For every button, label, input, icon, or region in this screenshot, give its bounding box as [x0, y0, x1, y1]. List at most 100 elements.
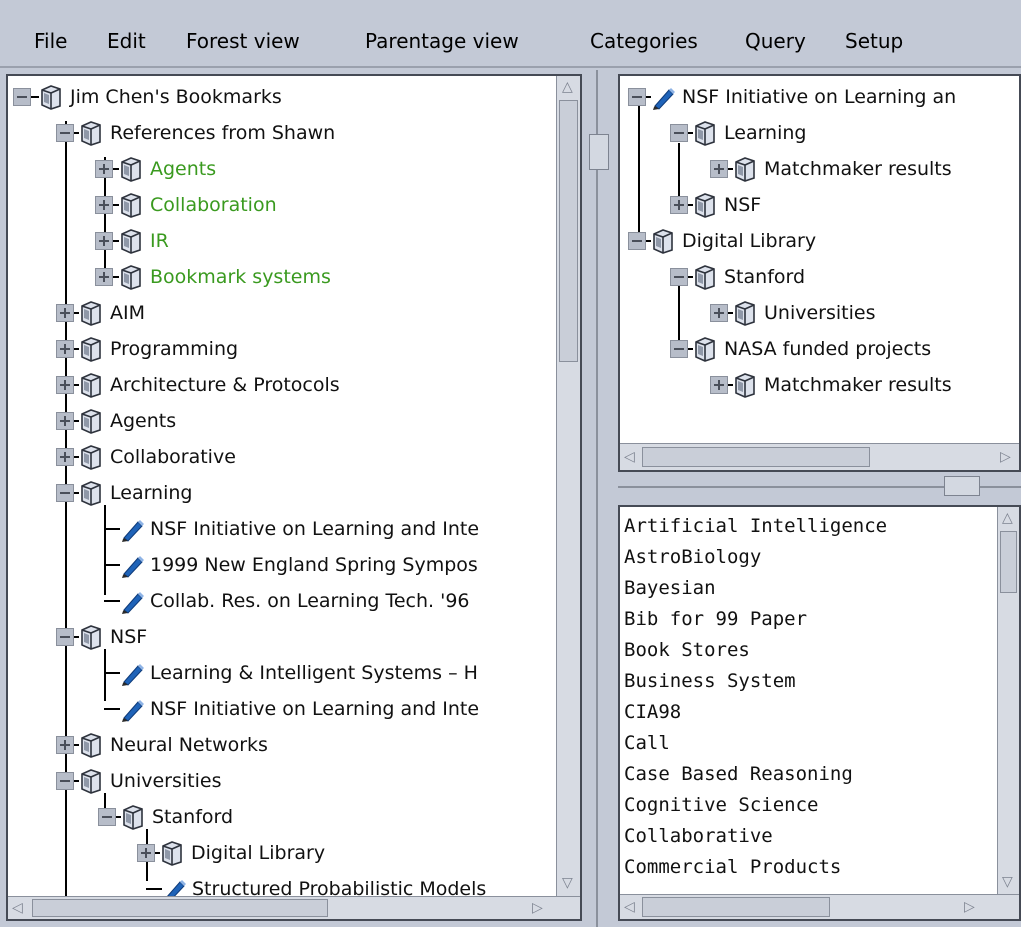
plus-box-icon[interactable]: [670, 196, 688, 214]
vertical-splitter[interactable]: [584, 70, 614, 927]
bookmark-item[interactable]: NSF Initiative on Learning and Inte: [8, 692, 568, 728]
bookmark-item[interactable]: Learning & Intelligent Systems – H: [8, 656, 568, 692]
category-item[interactable]: Call: [624, 732, 670, 754]
plus-box-icon[interactable]: [56, 736, 74, 754]
menu-setup[interactable]: Setup: [845, 29, 903, 53]
plus-box-icon[interactable]: [95, 160, 113, 178]
scroll-up-arrow-icon[interactable]: △: [1002, 511, 1013, 525]
menu-categories[interactable]: Categories: [590, 29, 698, 53]
category-item[interactable]: Bib for 99 Paper: [624, 608, 807, 630]
minus-box-icon[interactable]: [670, 268, 688, 286]
tree-node-collaborative[interactable]: Collaborative: [8, 440, 568, 476]
vertical-scrollbar[interactable]: △ ▽: [556, 76, 580, 896]
minus-box-icon[interactable]: [670, 340, 688, 358]
tree-node-aim[interactable]: AIM: [8, 296, 568, 332]
tree-node-agents[interactable]: Agents: [8, 404, 568, 440]
tree-node-matchmaker[interactable]: Matchmaker results: [620, 368, 1019, 404]
minus-box-icon[interactable]: [628, 88, 646, 106]
plus-box-icon[interactable]: [710, 160, 728, 178]
tree-node-ref-bookmark-systems[interactable]: Bookmark systems: [8, 260, 568, 296]
bookmark-item[interactable]: 1999 New England Spring Sympos: [8, 548, 568, 584]
tree-node-nsf[interactable]: NSF: [620, 188, 1019, 224]
tree-node-learning[interactable]: Learning: [620, 116, 1019, 152]
plus-box-icon[interactable]: [56, 448, 74, 466]
category-item[interactable]: Book Stores: [624, 639, 750, 661]
scrollbar-thumb[interactable]: [32, 899, 328, 917]
tree-node-architecture[interactable]: Architecture & Protocols: [8, 368, 568, 404]
minus-box-icon[interactable]: [56, 484, 74, 502]
plus-box-icon[interactable]: [95, 232, 113, 250]
menu-edit[interactable]: Edit: [107, 29, 146, 53]
tree-node-references[interactable]: References from Shawn: [8, 116, 568, 152]
category-item[interactable]: Business System: [624, 670, 796, 692]
tree-node-universities[interactable]: Universities: [8, 764, 568, 800]
category-item[interactable]: Cognitive Science: [624, 794, 818, 816]
tree-node-learning[interactable]: Learning: [8, 476, 568, 512]
category-item[interactable]: Bayesian: [624, 577, 716, 599]
minus-box-icon[interactable]: [670, 124, 688, 142]
tree-node-neural-networks[interactable]: Neural Networks: [8, 728, 568, 764]
scrollbar-thumb[interactable]: [642, 447, 870, 467]
scroll-left-arrow-icon[interactable]: ◁: [12, 901, 23, 915]
minus-box-icon[interactable]: [56, 772, 74, 790]
minus-box-icon[interactable]: [56, 124, 74, 142]
tree-node-root[interactable]: Jim Chen's Bookmarks: [8, 80, 568, 116]
minus-box-icon[interactable]: [56, 628, 74, 646]
horizontal-scrollbar[interactable]: ◁ ▷: [620, 443, 1019, 470]
menu-query[interactable]: Query: [745, 29, 806, 53]
menu-forest-view[interactable]: Forest view: [186, 29, 300, 53]
tree-node-stanford[interactable]: Stanford: [620, 260, 1019, 296]
plus-box-icon[interactable]: [56, 412, 74, 430]
plus-box-icon[interactable]: [56, 304, 74, 322]
category-item[interactable]: Collaborative: [624, 825, 773, 847]
scroll-down-arrow-icon[interactable]: ▽: [1002, 875, 1013, 889]
scroll-right-arrow-icon[interactable]: ▷: [532, 901, 543, 915]
minus-box-icon[interactable]: [628, 232, 646, 250]
bookmark-item[interactable]: Collab. Res. on Learning Tech. '96: [8, 584, 568, 620]
category-item[interactable]: AstroBiology: [624, 546, 761, 568]
tree-node-root-bookmark[interactable]: NSF Initiative on Learning an: [620, 80, 1019, 116]
horizontal-scrollbar[interactable]: ◁ ▷: [8, 896, 580, 919]
category-item[interactable]: CIA98: [624, 701, 681, 723]
tree-node-matchmaker[interactable]: Matchmaker results: [620, 152, 1019, 188]
scroll-right-arrow-icon[interactable]: ▷: [1000, 450, 1011, 464]
scroll-down-arrow-icon[interactable]: ▽: [562, 876, 573, 890]
plus-box-icon[interactable]: [710, 304, 728, 322]
tree-node-stanford[interactable]: Stanford: [8, 800, 568, 836]
category-item[interactable]: Commercial Products: [624, 856, 841, 878]
horizontal-scrollbar[interactable]: ◁ ▷: [620, 894, 1019, 919]
tree-node-ref-agents[interactable]: Agents: [8, 152, 568, 188]
bookmark-item[interactable]: NSF Initiative on Learning and Inte: [8, 512, 568, 548]
tree-node-nsf[interactable]: NSF: [8, 620, 568, 656]
plus-box-icon[interactable]: [710, 376, 728, 394]
tree-node-ref-collaboration[interactable]: Collaboration: [8, 188, 568, 224]
tree-node-programming[interactable]: Programming: [8, 332, 568, 368]
menu-file[interactable]: File: [34, 29, 67, 53]
splitter-grip[interactable]: [944, 476, 980, 496]
scroll-left-arrow-icon[interactable]: ◁: [624, 900, 635, 914]
plus-box-icon[interactable]: [95, 268, 113, 286]
splitter-grip[interactable]: [589, 134, 609, 170]
minus-box-icon[interactable]: [13, 88, 31, 106]
scroll-left-arrow-icon[interactable]: ◁: [624, 450, 635, 464]
vertical-scrollbar[interactable]: △ ▽: [997, 507, 1019, 894]
tree-node-digital-library[interactable]: Digital Library: [620, 224, 1019, 260]
category-item[interactable]: Artificial Intelligence: [624, 515, 887, 537]
tree-node-universities[interactable]: Universities: [620, 296, 1019, 332]
scrollbar-thumb[interactable]: [559, 100, 578, 362]
plus-box-icon[interactable]: [137, 844, 155, 862]
scrollbar-thumb[interactable]: [1000, 531, 1017, 593]
tree-node-digital-library[interactable]: Digital Library: [8, 836, 568, 872]
horizontal-splitter[interactable]: [618, 472, 1021, 504]
minus-box-icon[interactable]: [98, 808, 116, 826]
plus-box-icon[interactable]: [95, 196, 113, 214]
plus-box-icon[interactable]: [56, 340, 74, 358]
scrollbar-thumb[interactable]: [642, 897, 830, 917]
scroll-up-arrow-icon[interactable]: △: [562, 80, 573, 94]
scroll-right-arrow-icon[interactable]: ▷: [964, 900, 975, 914]
plus-box-icon[interactable]: [56, 376, 74, 394]
menu-parentage-view[interactable]: Parentage view: [365, 29, 519, 53]
tree-node-nasa[interactable]: NASA funded projects: [620, 332, 1019, 368]
category-item[interactable]: Case Based Reasoning: [624, 763, 853, 785]
tree-node-ref-ir[interactable]: IR: [8, 224, 568, 260]
